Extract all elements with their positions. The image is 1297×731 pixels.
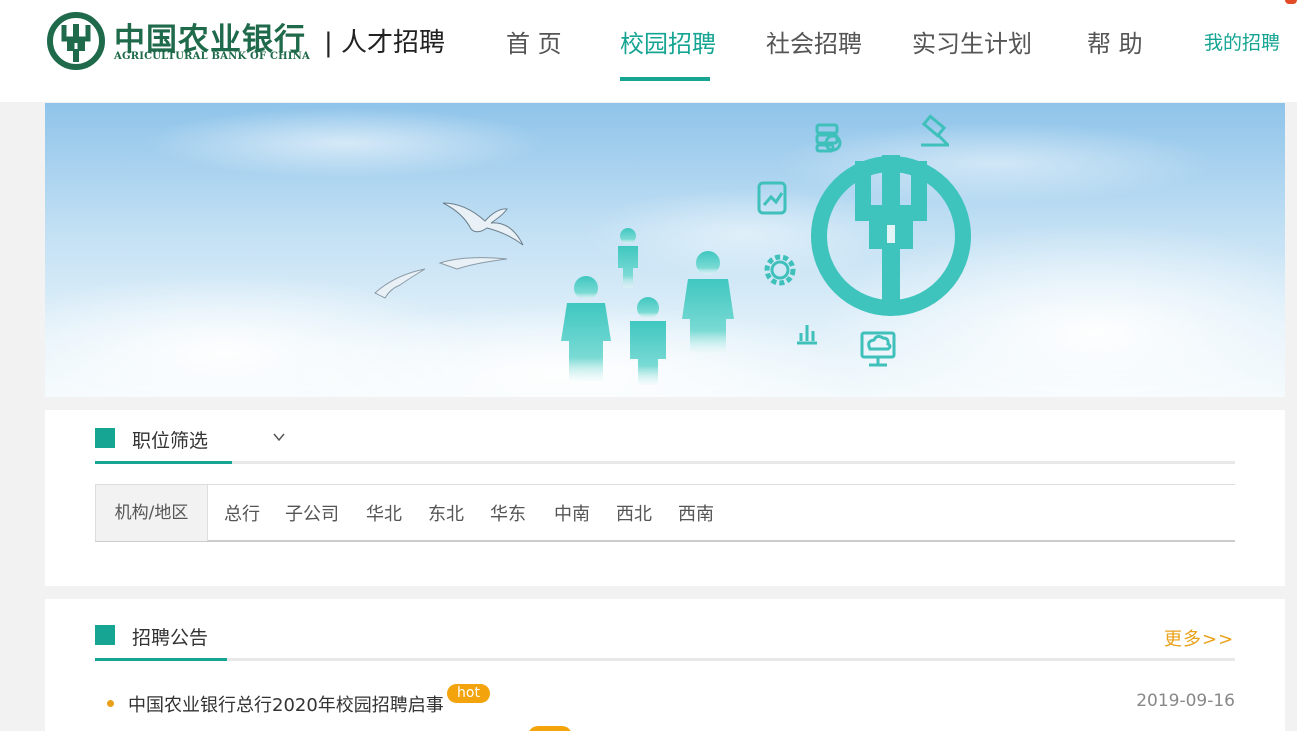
section-marker-icon: [95, 625, 115, 645]
filter-option-northeast[interactable]: 东北: [428, 500, 464, 526]
notice-title: 招聘公告: [132, 627, 209, 649]
filter-option-head-office[interactable]: 总行: [224, 500, 260, 526]
notice-item-title[interactable]: 中国农业银行总行2020年校园招聘启事: [128, 691, 444, 717]
hot-badge: hot: [447, 684, 490, 703]
banner-illustration: [45, 103, 1285, 397]
filter-label: 机构/地区: [95, 485, 208, 541]
nav-help[interactable]: 帮 助: [1087, 24, 1143, 59]
filter-option-northwest[interactable]: 西北: [616, 500, 652, 526]
filter-option-east[interactable]: 华东: [490, 500, 526, 526]
notice-list-item[interactable]: 中国农业银行总行2020年校园招聘启事 hot 2019-09-16: [107, 684, 1235, 717]
section-divider: [95, 658, 1235, 661]
notice-item-date: 2019-09-16: [1136, 691, 1235, 711]
chevron-down-icon[interactable]: [272, 430, 286, 444]
section-active-underline: [95, 461, 232, 464]
hero-banner: [45, 103, 1285, 397]
abc-logo-icon[interactable]: [47, 12, 105, 70]
filter-option-north[interactable]: 华北: [366, 500, 402, 526]
nav-campus-recruit[interactable]: 校园招聘: [620, 24, 716, 59]
filter-section-header: 职位筛选: [95, 410, 1235, 464]
nav-home[interactable]: 首 页: [506, 24, 562, 59]
position-filter-panel: 职位筛选 机构/地区 总行 子公司 华北 东北 华东 中南 西北 西南: [45, 410, 1285, 586]
filter-title[interactable]: 职位筛选: [132, 426, 208, 453]
section-divider: [95, 461, 1235, 464]
notice-section-header: 招聘公告 更多>>: [95, 607, 1235, 661]
nav-intern-program[interactable]: 实习生计划: [912, 24, 1032, 59]
filter-option-subsidiary[interactable]: 子公司: [285, 500, 339, 526]
bank-name-en: AGRICULTURAL BANK OF CHINA: [114, 51, 310, 62]
filter-row-org-region: 机构/地区 总行 子公司 华北 东北 华东 中南 西北 西南: [95, 484, 1235, 542]
hot-badge: [528, 726, 572, 731]
filter-option-southwest[interactable]: 西南: [678, 500, 714, 526]
my-recruitment-link[interactable]: 我的招聘: [1204, 28, 1280, 55]
recruitment-notice-panel: 招聘公告 更多>> 中国农业银行总行2020年校园招聘启事 hot 2019-0…: [45, 599, 1285, 731]
filter-option-central-south[interactable]: 中南: [554, 500, 590, 526]
more-link[interactable]: 更多>>: [1164, 625, 1234, 651]
site-header: 中国农业银行 AGRICULTURAL BANK OF CHINA | 人才招聘…: [0, 0, 1297, 102]
portal-name: | 人才招聘: [324, 28, 446, 58]
bullet-icon: [107, 700, 114, 707]
nav-social-recruit[interactable]: 社会招聘: [766, 24, 862, 59]
section-active-underline: [95, 658, 227, 661]
nav-active-indicator: [620, 77, 710, 81]
corner-decoration: [1285, 0, 1297, 4]
section-marker-icon: [95, 428, 115, 448]
